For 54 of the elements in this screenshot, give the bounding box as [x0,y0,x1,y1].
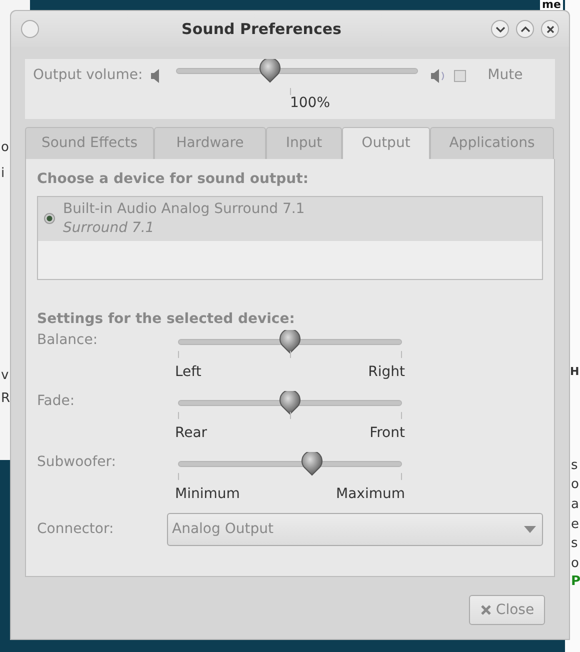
text-fragment: me [540,0,563,10]
slider-thumb[interactable] [279,330,301,354]
slider-thumb[interactable] [301,452,324,476]
close-button[interactable] [541,20,559,38]
connector-label: Connector: [37,520,115,539]
close-icon [480,604,492,616]
text-fragment: s [571,537,578,550]
caret-icon [524,526,536,533]
text-fragment: e [571,518,579,531]
text-fragment: i [1,167,5,180]
mute-label: Mute [488,66,523,85]
text-fragment: R [1,392,10,405]
tab[interactable]: Sound Effects [25,127,154,159]
text-fragment: o [1,141,9,154]
slider-label: Balance: [37,331,99,350]
tab[interactable]: Applications [430,127,554,159]
close-button[interactable]: Close [469,595,545,625]
slider-thumb[interactable] [279,391,301,415]
text-fragment: o [571,557,579,570]
window-title: Sound Preferences [180,18,342,40]
scale-label: Right [368,363,405,382]
scale-label: Left [175,363,202,382]
text-fragment: a [571,498,579,511]
tab[interactable]: Hardware [154,127,266,159]
mute-checkbox[interactable] [454,70,466,82]
text-fragment: o [571,478,579,491]
device-name: Built-in Audio Analog Surround 7.1 [63,200,305,219]
text-fragment: s [571,459,578,472]
section-heading: Choose a device for sound output: [37,170,310,189]
minimize-button[interactable] [491,20,509,38]
chevron-up-icon [520,26,530,32]
tab[interactable]: Input [266,127,342,159]
device-profile: Surround 7.1 [63,218,156,238]
slider-label: Fade: [37,392,76,411]
close-icon [546,26,554,32]
text-fragment: H [570,366,580,377]
maximize-button[interactable] [516,20,534,38]
volume-label: Output volume: [33,66,143,85]
radio-button[interactable] [44,213,55,224]
text-fragment: v [1,369,9,382]
scale-label: Rear [175,424,208,443]
slider-label: Subwoofer: [37,453,117,472]
text-fragment: P [571,575,580,588]
volume-reading: 100% [290,94,330,113]
tab[interactable]: Output [342,127,430,159]
device-row[interactable]: Built-in Audio Analog Surround 7.1 Surround 7.1 [38,197,542,241]
speaker-loud-icon [430,68,446,84]
connector-dropdown[interactable]: Analog Output [167,513,543,546]
scale-label: Minimum [175,485,240,504]
scale-label: Front [370,424,405,443]
scale-label: Maximum [336,485,405,504]
section-heading: Settings for the selected device: [37,310,296,329]
chevron-down-icon [496,26,504,32]
slider-thumb[interactable] [259,59,282,83]
